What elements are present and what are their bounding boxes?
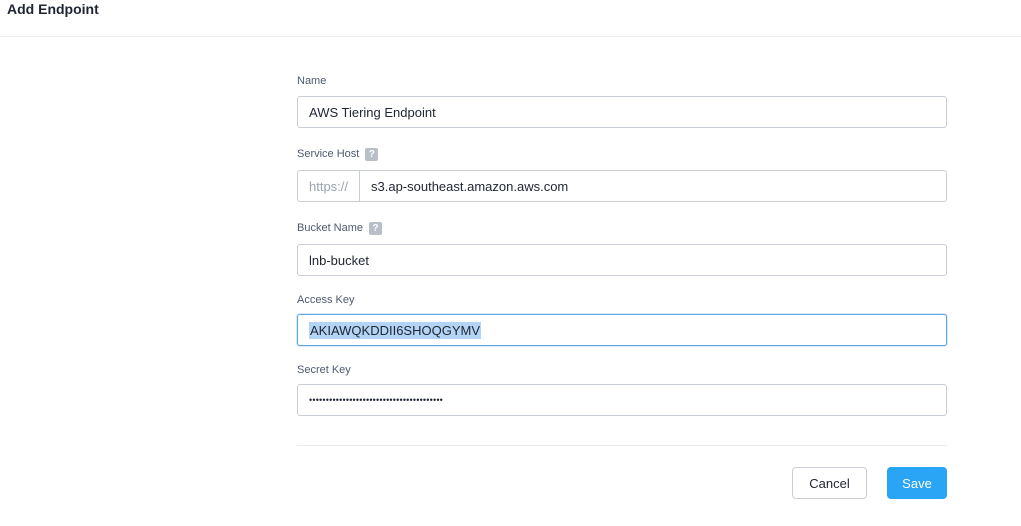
name-input-value: AWS Tiering Endpoint (309, 104, 436, 120)
help-icon[interactable]: ? (369, 222, 383, 235)
save-button[interactable]: Save (887, 467, 947, 499)
protocol-prefix: https:// (298, 171, 360, 201)
secret-key-masked-value: •••••••••••••••••••••••••••••••••••••••• (309, 395, 444, 405)
bucket-name-input[interactable]: lnb-bucket (297, 244, 947, 276)
name-label: Name (297, 75, 327, 87)
bucket-name-label: Bucket Name ? (297, 222, 383, 235)
dialog-title: Add Endpoint (7, 1, 99, 17)
access-key-value: AKIAWQKDDII6SHOQGYMV (309, 321, 481, 339)
cancel-button[interactable]: Cancel (792, 467, 867, 499)
dialog-header: Add Endpoint (0, 0, 1021, 37)
bucket-name-value: lnb-bucket (309, 252, 369, 268)
name-input[interactable]: AWS Tiering Endpoint (297, 96, 947, 128)
access-key-label: Access Key (297, 294, 355, 306)
divider (297, 445, 947, 446)
service-host-input[interactable]: https:// s3.ap-southeast.amazon.aws.com (297, 170, 947, 202)
help-icon[interactable]: ? (365, 148, 379, 161)
service-host-label: Service Host ? (297, 148, 379, 161)
access-key-input[interactable]: AKIAWQKDDII6SHOQGYMV (297, 314, 947, 346)
secret-key-input[interactable]: •••••••••••••••••••••••••••••••••••••••• (297, 384, 947, 416)
service-host-value: s3.ap-southeast.amazon.aws.com (371, 178, 569, 194)
secret-key-label: Secret Key (297, 364, 351, 376)
